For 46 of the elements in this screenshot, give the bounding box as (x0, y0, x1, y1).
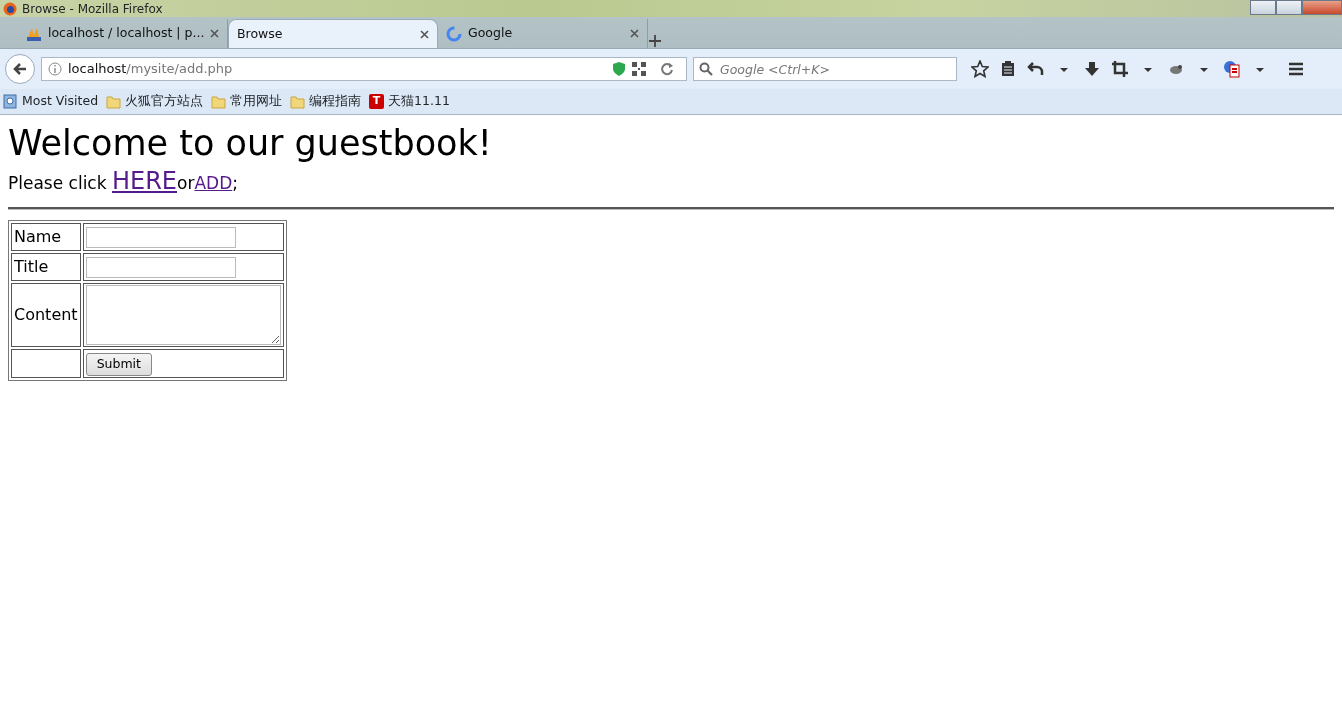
bookmark-item[interactable]: Most Visited (22, 92, 99, 111)
field-label: Title (14, 257, 49, 277)
qr-code-icon[interactable] (632, 62, 646, 76)
search-field[interactable]: Google <Ctrl+K> (693, 57, 957, 81)
window-title: Browse - Mozilla Firefox (22, 0, 163, 18)
address-field[interactable]: localhost/mysite/add.php (41, 57, 687, 81)
close-icon[interactable] (630, 29, 639, 38)
page-heading: Welcome to our guestbook! (8, 123, 493, 164)
restore-button[interactable] (1276, 0, 1302, 15)
url-text: localhost/mysite/add.php (68, 61, 233, 77)
bookmark-item[interactable]: 火狐官方站点 (125, 92, 204, 111)
bookmark-item[interactable]: 常用网址 (230, 92, 283, 111)
folder-icon (290, 94, 306, 109)
reload-icon[interactable] (660, 62, 674, 76)
field-label: Name (14, 227, 62, 247)
shield-icon[interactable] (612, 61, 626, 77)
folder-icon (106, 94, 122, 109)
bookmark-item[interactable]: 天猫11.11 (388, 92, 450, 111)
plus-icon[interactable] (648, 34, 662, 48)
tmall-icon: T (369, 94, 385, 109)
input-field[interactable] (85, 226, 236, 248)
close-icon[interactable] (420, 29, 429, 39)
clipboard-icon[interactable] (999, 60, 1017, 78)
undo-icon[interactable] (1027, 60, 1045, 78)
pdf-icon[interactable] (1223, 60, 1241, 78)
star-icon[interactable] (971, 60, 989, 78)
back-button[interactable] (5, 54, 35, 84)
intro-text: Please click (8, 173, 108, 194)
intro-text: ; (232, 173, 238, 194)
folder-icon (211, 94, 227, 109)
field-label: Content (14, 305, 78, 325)
back-arrow-icon[interactable] (12, 61, 28, 77)
submit-button[interactable]: Submit (85, 353, 152, 376)
minimize-button[interactable] (1250, 0, 1276, 15)
input-field[interactable] (85, 256, 236, 278)
firefox-icon (3, 1, 17, 16)
bookmark-item[interactable]: 编程指南 (309, 92, 362, 111)
link[interactable]: ADD (194, 173, 233, 194)
link[interactable]: HERE (111, 167, 178, 196)
download-icon[interactable] (1083, 60, 1101, 78)
info-icon[interactable] (48, 62, 62, 76)
close-icon[interactable] (210, 29, 220, 38)
crop-icon[interactable] (1111, 60, 1129, 78)
browser-tab[interactable]: Browse (228, 19, 438, 48)
intro-text: or (177, 173, 195, 194)
menu-icon[interactable] (1287, 60, 1305, 78)
